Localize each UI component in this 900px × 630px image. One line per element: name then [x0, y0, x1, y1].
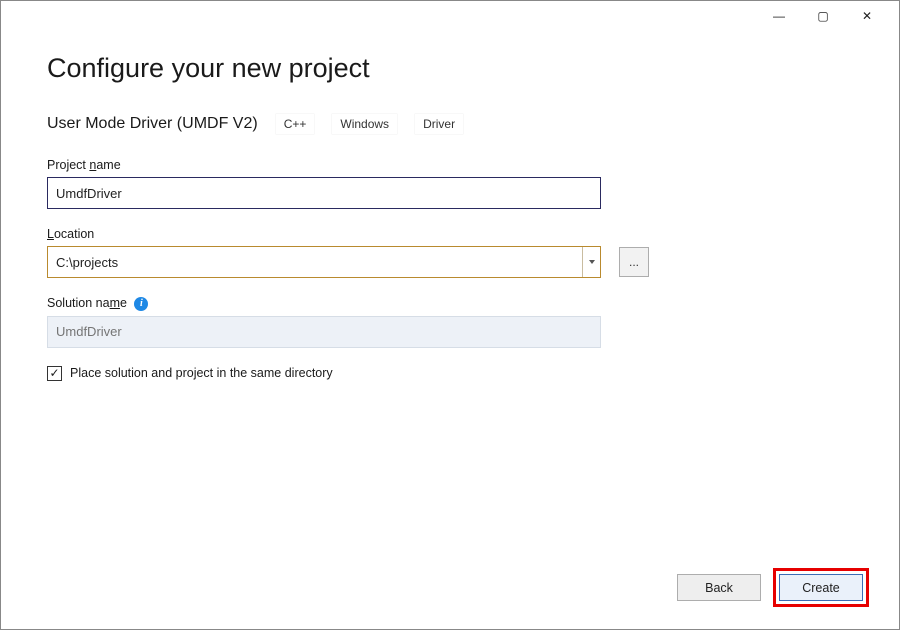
template-row: User Mode Driver (UMDF V2) C++ Windows D… — [47, 114, 853, 134]
info-icon[interactable]: i — [134, 297, 148, 311]
tag-type: Driver — [415, 114, 463, 134]
location-label: Location — [47, 227, 853, 241]
footer-buttons: Back Create — [677, 568, 869, 607]
solution-name-input — [47, 316, 601, 348]
tag-platform: Windows — [332, 114, 397, 134]
close-button[interactable]: ✕ — [845, 2, 889, 30]
location-combobox[interactable] — [47, 246, 601, 278]
create-button[interactable]: Create — [779, 574, 863, 601]
browse-button[interactable]: ... — [619, 247, 649, 277]
project-name-input[interactable] — [47, 177, 601, 209]
back-button[interactable]: Back — [677, 574, 761, 601]
location-dropdown-button[interactable] — [582, 247, 600, 277]
solution-name-label: Solution name i — [47, 296, 853, 311]
page-title: Configure your new project — [47, 53, 853, 84]
tag-language: C++ — [276, 114, 315, 134]
project-name-label: Project name — [47, 158, 853, 172]
same-directory-label: Place solution and project in the same d… — [70, 366, 333, 380]
titlebar: — ▢ ✕ — [1, 1, 899, 31]
dialog-window: — ▢ ✕ Configure your new project User Mo… — [0, 0, 900, 630]
minimize-button[interactable]: — — [757, 2, 801, 30]
same-directory-checkbox[interactable]: ✓ — [47, 366, 62, 381]
maximize-button[interactable]: ▢ — [801, 2, 845, 30]
same-directory-checkbox-row[interactable]: ✓ Place solution and project in the same… — [47, 366, 853, 381]
chevron-down-icon — [589, 260, 595, 264]
create-highlight: Create — [773, 568, 869, 607]
location-input[interactable] — [48, 247, 582, 277]
template-name: User Mode Driver (UMDF V2) — [47, 115, 258, 133]
